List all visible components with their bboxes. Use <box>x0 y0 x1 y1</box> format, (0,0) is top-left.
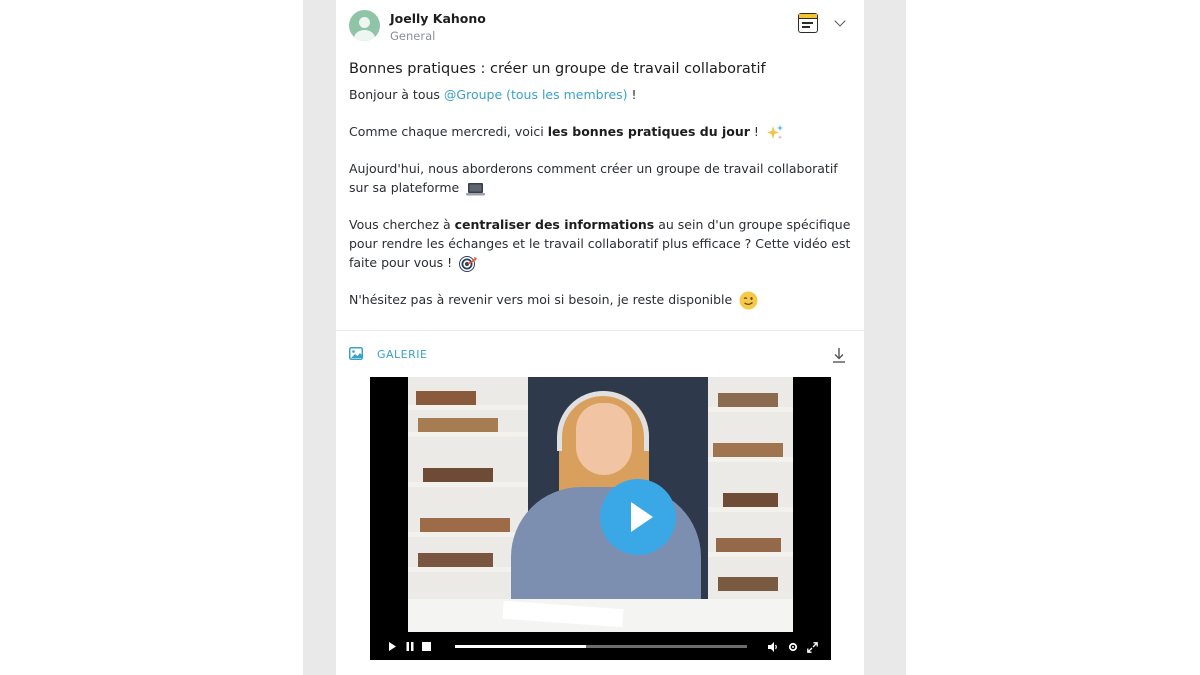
greeting-end: ! <box>627 87 637 102</box>
target-icon <box>459 255 478 272</box>
greeting-text: Bonjour à tous <box>349 87 444 102</box>
play-icon <box>631 502 653 532</box>
purpose-text: Vous cherchez à <box>349 217 455 232</box>
post-paragraph-closing: N'hésitez pas à revenir vers moi si beso… <box>349 290 859 310</box>
stop-icon[interactable] <box>422 642 431 651</box>
progress-fill <box>455 645 587 648</box>
wink-emoji-icon <box>739 291 758 310</box>
post-paragraph-topic: Aujourd'hui, nous aborderons comment cré… <box>349 159 859 197</box>
post-paragraph-intro: Comme chaque mercredi, voici les bonnes … <box>349 122 859 142</box>
notepad-icon[interactable] <box>798 13 818 33</box>
pause-icon[interactable] <box>406 642 414 651</box>
post-title: Bonnes pratiques : créer un groupe de tr… <box>349 61 766 77</box>
settings-gear-icon[interactable] <box>788 642 798 652</box>
closing-text: N'hésitez pas à revenir vers moi si beso… <box>349 292 733 307</box>
channel-name[interactable]: General <box>390 29 435 43</box>
section-divider <box>336 330 864 331</box>
post-paragraph-greeting: Bonjour à tous @Groupe (tous les membres… <box>349 85 859 104</box>
topic-text: Aujourd'hui, nous aborderons comment cré… <box>349 161 838 195</box>
fullscreen-icon[interactable] <box>807 642 818 653</box>
author-name[interactable]: Joelly Kahono <box>390 11 486 26</box>
video-thumbnail <box>408 377 793 632</box>
image-icon <box>349 347 363 360</box>
user-avatar-icon[interactable] <box>349 10 380 41</box>
play-small-icon[interactable] <box>388 642 397 651</box>
volume-icon[interactable] <box>768 642 779 652</box>
download-icon[interactable] <box>832 347 846 363</box>
sparkles-icon <box>766 124 783 139</box>
post-paragraph-purpose: Vous cherchez à centraliser des informat… <box>349 215 859 273</box>
chevron-down-icon[interactable] <box>834 15 846 27</box>
play-button[interactable] <box>600 479 676 555</box>
purpose-bold: centraliser des informations <box>454 217 655 232</box>
video-controls <box>370 632 831 660</box>
gallery-label: GALERIE <box>377 348 428 361</box>
intro-bold: les bonnes pratiques du jour <box>547 124 750 139</box>
intro-end: ! <box>749 124 759 139</box>
intro-text: Comme chaque mercredi, voici <box>349 124 548 139</box>
post-card: Joelly Kahono General Bonnes pratiques :… <box>336 0 864 675</box>
mention-link[interactable]: @Groupe (tous les membres) <box>444 87 628 102</box>
progress-bar[interactable] <box>455 645 747 648</box>
laptop-icon <box>466 182 486 195</box>
video-player[interactable] <box>370 377 831 660</box>
